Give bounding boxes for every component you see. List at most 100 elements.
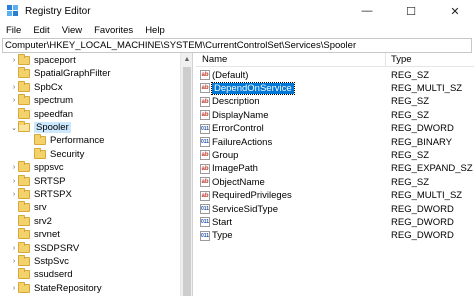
tree-item[interactable]: › StateRepository [10,281,102,294]
value-type: REG_SZ [391,69,430,81]
menu-edit[interactable]: Edit [27,25,55,36]
string-value-icon: ab [200,163,210,174]
tree-item[interactable]: speedfan [10,107,73,120]
value-row[interactable]: ab DependOnService REG_MULTI_SZ [196,81,474,95]
tree-item[interactable]: › spectrum [10,94,73,106]
binary-value-icon: 011 [200,137,210,147]
tree-item[interactable]: › SSDPSRV [10,241,80,254]
string-value-icon: ab [200,150,210,161]
chevron-right-icon[interactable]: › [10,189,18,200]
value-row[interactable]: ab ObjectName REG_SZ [196,176,474,188]
value-type: REG_BINARY [391,136,453,148]
minimize-button[interactable]: — [352,0,382,22]
chevron-right-icon[interactable]: › [10,176,18,187]
value-row[interactable]: 011 ServiceSidType REG_DWORD [196,203,474,215]
tree-item-label: srv2 [34,215,52,227]
value-name: FailureActions [212,136,273,148]
tree-item-label: SSDPSRV [34,242,80,254]
folder-icon [18,241,30,253]
tree-item[interactable]: › SRTSP [10,174,66,187]
column-divider[interactable] [385,53,386,67]
folder-icon [18,107,30,119]
folder-icon [18,188,30,199]
tree-item[interactable]: › SRTSPX [10,188,72,200]
value-row[interactable]: ab (Default) REG_SZ [196,69,474,81]
type-column-header[interactable]: Type [391,54,412,65]
value-type: REG_SZ [391,149,430,161]
chevron-right-icon[interactable]: › [10,95,18,106]
maximize-button[interactable]: ☐ [396,0,426,22]
tree-item-label: Security [50,148,85,160]
value-type: REG_DWORD [391,230,454,242]
value-name: Group [212,149,239,161]
folder-icon [18,80,30,92]
folder-icon [18,94,30,106]
chevron-right-icon[interactable]: › [10,162,18,173]
close-button[interactable]: ✕ [440,0,470,22]
value-row[interactable]: ab Description REG_SZ [196,96,474,108]
value-name: Description [212,96,260,108]
folder-icon [18,67,30,79]
value-row[interactable]: ab Group REG_SZ [196,149,474,161]
tree-item-label: SpbCx [34,81,63,93]
value-name: ServiceSidType [212,203,279,215]
folder-icon [18,268,30,280]
value-row[interactable]: 011 Start REG_DWORD [196,216,474,228]
value-row[interactable]: 011 FailureActions REG_BINARY [196,136,474,148]
scroll-up-arrow-icon[interactable]: ▲ [181,53,192,65]
value-row[interactable]: ab ImagePath REG_EXPAND_SZ [196,163,474,175]
name-column-header[interactable]: Name [202,54,227,65]
tree-item[interactable]: › SpbCx [10,80,63,93]
tree-item[interactable]: › sppsvc [10,161,64,173]
tree-item[interactable]: ssudserd [10,268,73,280]
value-row[interactable]: 011 ErrorControl REG_DWORD [196,123,474,135]
value-name: (Default) [212,69,249,81]
value-type: REG_MULTI_SZ [391,190,463,202]
address-bar[interactable]: Computer\HKEY_LOCAL_MACHINE\SYSTEM\Curre… [2,38,472,53]
chevron-right-icon[interactable]: › [10,82,18,93]
tree-item-label: SRTSP [34,175,66,187]
tree-item[interactable]: › SstpSvc [10,255,69,267]
menu-favorites[interactable]: Favorites [88,25,139,36]
value-name: DisplayName [212,109,269,121]
tree-item[interactable]: srv [10,201,47,213]
tree-scrollbar[interactable]: ▲ [180,53,192,296]
tree-item[interactable]: SpatialGraphFilter [10,67,111,79]
value-type: REG_SZ [391,109,430,121]
menu-bar: File Edit View Favorites Help [0,22,474,38]
tree-item[interactable]: Performance [26,134,104,146]
tree-item-label: srvnet [34,229,60,241]
chevron-down-icon[interactable]: ⌄ [10,122,18,133]
menu-view[interactable]: View [56,25,88,36]
chevron-right-icon[interactable]: › [10,243,18,254]
string-value-icon: ab [200,83,210,94]
menu-help[interactable]: Help [139,25,171,36]
tree-item[interactable]: ⌄ Spooler [10,121,71,133]
chevron-right-icon[interactable]: › [10,283,18,294]
value-type: REG_DWORD [391,216,454,228]
tree-item[interactable]: srvnet [10,228,60,241]
value-row[interactable]: ab RequiredPrivileges REG_MULTI_SZ [196,190,474,202]
tree-item[interactable]: › spaceport [10,54,76,66]
tree-item[interactable]: srv2 [10,214,52,227]
value-type: REG_DWORD [391,123,454,135]
tree-item-label: SRTSPX [34,189,72,200]
column-header: Name Type [196,53,474,67]
value-name: ErrorControl [212,123,264,135]
scrollbar-thumb[interactable] [183,67,191,296]
string-value-icon: ab [200,177,210,188]
chevron-right-icon[interactable]: › [10,256,18,267]
value-row[interactable]: 011 Type REG_DWORD [196,230,474,242]
value-row[interactable]: ab DisplayName REG_SZ [196,109,474,121]
tree-item[interactable]: Security [26,147,85,160]
menu-file[interactable]: File [0,25,27,36]
chevron-right-icon[interactable]: › [10,55,18,66]
tree-item-label: StateRepository [34,282,102,294]
folder-icon [18,281,30,293]
key-tree-pane: › spaceport SpatialGraphFilter › SpbCx › spect… [2,53,193,296]
